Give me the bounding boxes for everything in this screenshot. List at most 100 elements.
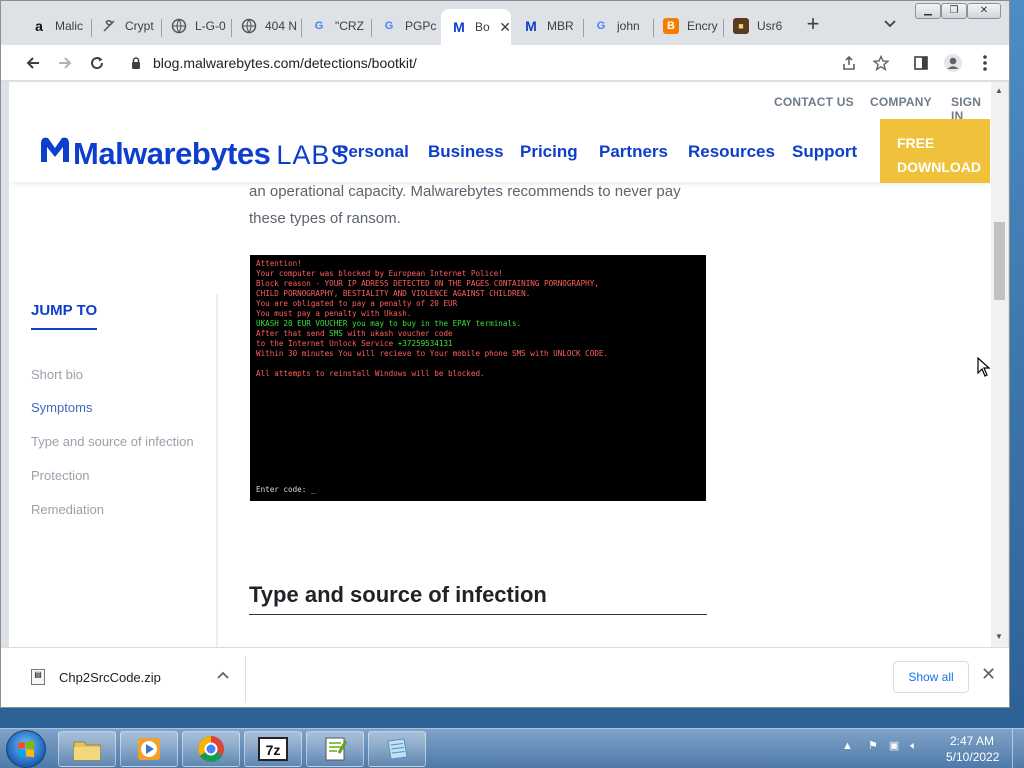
site-header: CONTACT US COMPANY SIGN IN Malwarebytes … bbox=[9, 82, 991, 183]
back-arrow-icon[interactable] bbox=[21, 51, 45, 75]
tab-lg0[interactable]: L-G-0 bbox=[161, 11, 229, 41]
svg-text:7z: 7z bbox=[266, 742, 281, 758]
site-icon: ■ bbox=[733, 18, 749, 34]
tab-encry[interactable]: B Encry bbox=[653, 11, 721, 41]
nav-resources[interactable]: Resources bbox=[688, 142, 775, 162]
tab-search-chevron-icon[interactable] bbox=[881, 17, 899, 35]
nav-partners[interactable]: Partners bbox=[599, 142, 668, 162]
sidebar-item-short-bio[interactable]: Short bio bbox=[31, 367, 83, 382]
scroll-up-icon[interactable]: ▲ bbox=[995, 86, 1003, 95]
tab-bootkit[interactable]: M Bo ✕ bbox=[441, 9, 511, 45]
chrome-icon[interactable] bbox=[182, 731, 240, 767]
clock-date[interactable]: 5/10/2022 bbox=[946, 750, 999, 764]
google-icon: G bbox=[596, 20, 606, 32]
volume-icon[interactable]: 🔈︎ bbox=[910, 740, 917, 752]
menu-kebab-icon[interactable] bbox=[973, 51, 997, 75]
globe-icon bbox=[171, 18, 187, 34]
tab-label: john bbox=[617, 19, 640, 33]
maximize-button[interactable]: ❐ bbox=[941, 3, 967, 19]
notepad-plus-icon[interactable] bbox=[306, 731, 364, 767]
sidebar-item-protection[interactable]: Protection bbox=[31, 468, 90, 483]
download-filename[interactable]: Chp2SrcCode.zip bbox=[59, 670, 161, 685]
forward-arrow-icon[interactable] bbox=[53, 51, 77, 75]
tab-usr6[interactable]: ■ Usr6 bbox=[723, 11, 791, 41]
action-center-flag-icon[interactable]: ⚑ bbox=[868, 740, 878, 752]
ransom-line: to the Internet Unlock Service +37259534… bbox=[256, 339, 453, 348]
new-tab-plus-icon[interactable]: + bbox=[801, 13, 825, 37]
globe-icon bbox=[241, 18, 257, 34]
browser-window: a Malic Crypt L-G-0 404 N G "CRZ G PGPc … bbox=[0, 0, 1010, 708]
download-bar: ▤ Chp2SrcCode.zip Show all ✕ bbox=[1, 647, 1009, 707]
ransom-enter-code-prompt: Enter code: _ bbox=[256, 485, 316, 494]
section-divider bbox=[249, 614, 707, 615]
sidebar-item-type-and-source[interactable]: Type and source of infection bbox=[31, 434, 194, 449]
show-desktop-button[interactable] bbox=[1012, 729, 1024, 768]
media-player-icon[interactable] bbox=[120, 731, 178, 767]
tab-404[interactable]: 404 N bbox=[231, 11, 299, 41]
close-download-bar-icon[interactable]: ✕ bbox=[981, 664, 996, 685]
page-scrollbar[interactable]: ▲ ▼ bbox=[991, 82, 1008, 648]
malwarebytes-labs-logo[interactable]: Malwarebytes LABS bbox=[39, 134, 349, 172]
ransom-line: Within 30 minutes You will recieve to Yo… bbox=[256, 349, 609, 358]
sidebar-item-remediation[interactable]: Remediation bbox=[31, 502, 104, 517]
scrollbar-thumb[interactable] bbox=[994, 222, 1005, 300]
tab-label: "CRZ bbox=[335, 19, 364, 33]
tray-chevron-icon[interactable]: ▲ bbox=[842, 740, 853, 752]
tab-label: L-G-0 bbox=[195, 19, 226, 33]
close-tab-icon[interactable]: ✕ bbox=[499, 19, 511, 36]
lock-icon[interactable] bbox=[131, 56, 141, 69]
intro-line: these types of ransom. bbox=[249, 210, 401, 227]
jump-to-heading: JUMP TO bbox=[31, 302, 98, 330]
tab-malic[interactable]: a Malic bbox=[21, 11, 89, 41]
bookmark-star-icon[interactable] bbox=[869, 51, 893, 75]
scroll-down-icon[interactable]: ▼ bbox=[995, 632, 1003, 641]
sidebar-item-symptoms[interactable]: Symptoms bbox=[31, 400, 92, 415]
notepad-icon[interactable] bbox=[368, 731, 426, 767]
logo-wordmark: Malwarebytes bbox=[73, 136, 271, 171]
ransom-screen-image: Attention! Your computer was blocked by … bbox=[250, 255, 706, 501]
close-window-button[interactable]: ✕ bbox=[967, 3, 1001, 19]
file-explorer-icon[interactable] bbox=[58, 731, 116, 767]
cta-line1: FREE bbox=[897, 135, 935, 151]
download-options-chevron-icon[interactable] bbox=[217, 668, 229, 682]
browser-toolbar: blog.malwarebytes.com/detections/bootkit… bbox=[1, 45, 1009, 81]
desktop: a Malic Crypt L-G-0 404 N G "CRZ G PGPc … bbox=[0, 0, 1024, 768]
nav-support[interactable]: Support bbox=[792, 142, 857, 162]
web-page: CONTACT US COMPANY SIGN IN Malwarebytes … bbox=[9, 82, 991, 648]
nav-pricing[interactable]: Pricing bbox=[520, 142, 578, 162]
cta-line2: DOWNLOAD bbox=[897, 159, 981, 175]
profile-avatar-icon[interactable] bbox=[941, 51, 965, 75]
side-panel-icon[interactable] bbox=[909, 51, 933, 75]
free-download-button[interactable]: FREE DOWNLOAD bbox=[880, 119, 990, 183]
show-all-button[interactable]: Show all bbox=[893, 661, 969, 693]
tab-label: Malic bbox=[55, 19, 84, 33]
tab-pgpc[interactable]: G PGPc bbox=[371, 11, 439, 41]
ransom-line: Attention! bbox=[256, 259, 302, 268]
ransom-line: All attempts to reinstall Windows will b… bbox=[256, 369, 485, 378]
tab-label: Usr6 bbox=[757, 19, 783, 33]
malwarebytes-logo-icon bbox=[41, 137, 69, 162]
reload-icon[interactable] bbox=[85, 51, 109, 75]
network-icon[interactable]: ▣ bbox=[889, 740, 899, 752]
tab-mbr[interactable]: M MBR bbox=[513, 11, 581, 41]
share-icon[interactable] bbox=[837, 51, 861, 75]
google-icon: G bbox=[314, 20, 324, 32]
tab-crz[interactable]: G "CRZ bbox=[301, 11, 369, 41]
download-divider bbox=[245, 656, 246, 702]
clock-time[interactable]: 2:47 AM bbox=[950, 734, 994, 748]
ransom-line: Your computer was blocked by European In… bbox=[256, 269, 503, 278]
start-button[interactable] bbox=[6, 730, 46, 768]
malwarebytes-icon: M bbox=[453, 19, 465, 35]
company-link[interactable]: COMPANY bbox=[870, 95, 932, 109]
minimize-button[interactable]: ▁ bbox=[915, 3, 941, 19]
nav-personal[interactable]: Personal bbox=[337, 142, 409, 162]
nav-business[interactable]: Business bbox=[428, 142, 504, 162]
7zip-icon[interactable]: 7z bbox=[244, 731, 302, 767]
address-bar-url[interactable]: blog.malwarebytes.com/detections/bootkit… bbox=[153, 50, 417, 76]
contact-us-link[interactable]: CONTACT US bbox=[774, 95, 854, 109]
intro-line: an operational capacity. Malwarebytes re… bbox=[249, 183, 681, 200]
malwarebytes-icon: M bbox=[525, 18, 537, 34]
tab-crypt[interactable]: Crypt bbox=[91, 11, 159, 41]
tab-john[interactable]: G john bbox=[583, 11, 651, 41]
tab-label: 404 N bbox=[265, 19, 298, 33]
